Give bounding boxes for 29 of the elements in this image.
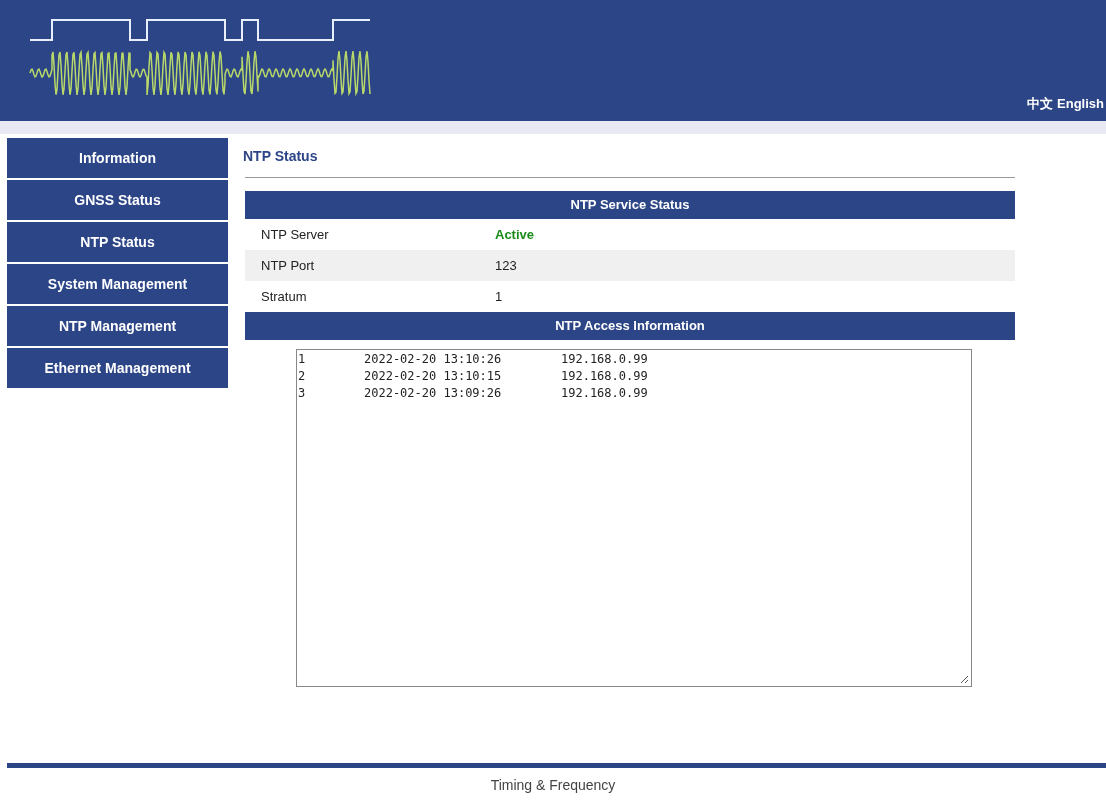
sidebar-item[interactable]: GNSS Status <box>7 180 228 220</box>
section-header: NTP Access Information <box>245 312 1015 340</box>
sidebar-item[interactable]: Ethernet Management <box>7 348 228 388</box>
sidebar-item[interactable]: NTP Status <box>7 222 228 262</box>
log-index: 2 <box>298 368 307 385</box>
table-cell-text: NTP Server <box>260 225 330 244</box>
sidebar-item[interactable]: NTP Management <box>7 306 228 346</box>
log-time: 2022-02-20 13:10:26 <box>364 351 503 368</box>
log-time: 2022-02-20 13:09:26 <box>364 385 503 402</box>
section-header: NTP Service Status <box>245 191 1015 219</box>
log-index: 3 <box>298 385 307 402</box>
language-link[interactable]: 中文 <box>1027 94 1054 114</box>
log-address: 192.168.0.99 <box>561 351 648 368</box>
table-cell-text: Stratum <box>260 287 308 306</box>
log-address: 192.168.0.99 <box>561 385 648 402</box>
log-address: 192.168.0.99 <box>561 368 648 385</box>
table-cell-text: 1 <box>494 287 503 306</box>
table-cell-text: NTP Port <box>260 256 316 275</box>
resize-handle-icon[interactable] <box>960 675 969 684</box>
footer-text: Timing & Frequency <box>489 775 617 795</box>
language-link[interactable]: English <box>1057 94 1104 114</box>
table-cell-text: Active <box>494 225 535 244</box>
log-time: 2022-02-20 13:10:15 <box>364 368 503 385</box>
sidebar-item[interactable]: System Management <box>7 264 228 304</box>
sidebar-item[interactable]: Information <box>7 138 228 178</box>
access-log-field[interactable]: 1 2022-02-20 13:10:26 192.168.0.99 2 2022-02-20 13:10:15 192.168.0.99 3 2022-02-20 13:09:26 192.168.0.99 <box>296 349 972 687</box>
page-title: NTP Status <box>243 147 319 166</box>
log-index: 1 <box>298 351 307 368</box>
table-cell-text: 123 <box>494 256 517 275</box>
